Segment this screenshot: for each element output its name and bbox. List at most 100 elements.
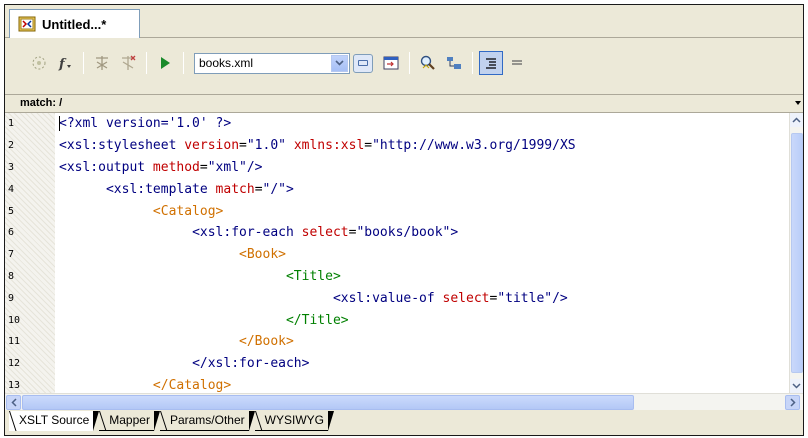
line-number: 9 xyxy=(8,292,15,304)
line-number: 8 xyxy=(8,270,15,282)
debug-settings-icon[interactable] xyxy=(27,51,51,75)
code-token: <xsl:for-each xyxy=(192,225,302,241)
code-token: <Book> xyxy=(239,247,286,263)
code-line[interactable]: 11 </Book> xyxy=(5,331,789,353)
xslt-document-icon xyxy=(18,15,36,33)
match-label: match: / xyxy=(20,97,63,109)
toolbar-separator xyxy=(409,52,410,74)
indent-icon[interactable] xyxy=(479,51,503,75)
code-line[interactable]: 6 <xsl:for-each select="books/book"> xyxy=(5,222,789,244)
tab-wysiwyg[interactable]: WYSIWYG xyxy=(254,411,335,431)
code-line[interactable]: 10 </Title> xyxy=(5,309,789,331)
view-tabs: XSLT Source Mapper Params/Other WYSIWYG xyxy=(5,411,803,435)
line-number: 12 xyxy=(8,358,21,370)
tab-mapper[interactable]: Mapper xyxy=(99,411,160,431)
source-xml-select[interactable]: books.xml xyxy=(194,52,350,74)
code-editor[interactable]: 1 <?xml version='1.0' ?> 2 <xsl:stylesheet … xyxy=(5,113,789,393)
match-bar: match: / xyxy=(5,94,803,113)
code-token: </Title> xyxy=(285,312,349,328)
line-number: 3 xyxy=(8,161,15,173)
chevron-down-icon[interactable] xyxy=(331,54,348,72)
toolbar-separator xyxy=(146,52,147,74)
code-token: = xyxy=(364,138,373,154)
output-window-icon[interactable] xyxy=(379,51,403,75)
line-number: 4 xyxy=(8,183,15,195)
code-line[interactable]: 3 <xsl:output method="xml"/> xyxy=(5,157,789,179)
code-line[interactable]: 1 <?xml version='1.0' ?> xyxy=(5,113,789,135)
code-text: <Catalog> xyxy=(55,204,223,219)
search-icon[interactable] xyxy=(416,51,440,75)
code-lines: 1 <?xml version='1.0' ?> 2 <xsl:stylesheet … xyxy=(5,113,789,396)
code-text: <xsl:value-of select="title"/> xyxy=(55,291,568,306)
vertical-scroll-thumb[interactable] xyxy=(791,133,803,373)
line-number: 2 xyxy=(8,140,15,152)
clear-breakpoint-icon[interactable] xyxy=(116,51,140,75)
code-token: </Book> xyxy=(239,334,294,350)
code-token: <xsl:stylesheet xyxy=(59,138,185,154)
code-text: </Catalog> xyxy=(55,378,231,393)
code-token: <xsl:output xyxy=(59,159,153,175)
code-text: <xsl:for-each select="books/book"> xyxy=(55,225,458,240)
run-icon[interactable] xyxy=(153,51,177,75)
code-token: "title"/> xyxy=(497,290,568,306)
code-text: </Title> xyxy=(55,313,349,328)
source-xml-value: books.xml xyxy=(199,56,254,70)
line-number: 7 xyxy=(8,249,15,261)
code-text: <Title> xyxy=(55,269,341,284)
document-tab-row: Untitled...* xyxy=(5,5,803,38)
code-line[interactable]: 9 <xsl:value-of select="title"/> xyxy=(5,287,789,309)
code-token: "http://www.w3.org/1999/XS xyxy=(372,138,576,154)
line-number: 6 xyxy=(8,227,15,239)
align-icon[interactable] xyxy=(505,51,529,75)
code-line[interactable]: 7 <Book> xyxy=(5,244,789,266)
code-line[interactable]: 12 </xsl:for-each> xyxy=(5,353,789,375)
scroll-down-icon[interactable] xyxy=(790,379,803,393)
toolbar-separator xyxy=(472,52,473,74)
browse-icon[interactable] xyxy=(353,53,373,73)
document-tab[interactable]: Untitled...* xyxy=(9,9,140,38)
code-token: <Title> xyxy=(285,268,341,284)
line-number: 11 xyxy=(8,336,21,348)
code-text: </Book> xyxy=(55,334,294,349)
code-line[interactable]: 5 <Catalog> xyxy=(5,200,789,222)
text-caret xyxy=(59,116,60,132)
horizontal-scrollbar[interactable] xyxy=(5,393,803,410)
code-text: <xsl:output method="xml"/> xyxy=(55,160,263,175)
code-token: "xml"/> xyxy=(207,159,263,175)
line-number: 13 xyxy=(8,379,21,391)
code-token: method xyxy=(152,159,200,175)
scroll-right-icon[interactable] xyxy=(785,395,800,410)
tab-params-other[interactable]: Params/Other xyxy=(159,411,255,431)
code-token: = xyxy=(254,181,263,197)
code-text: <xsl:template match="/"> xyxy=(55,182,294,197)
xpath-icon[interactable] xyxy=(442,51,466,75)
xslt-editor-window: Untitled...* f books.xml match: / 1 <?xm… xyxy=(4,4,804,436)
function-icon[interactable]: f xyxy=(53,51,77,75)
line-number: 10 xyxy=(8,314,21,326)
code-line[interactable]: 8 <Title> xyxy=(5,266,789,288)
code-token: </xsl:for-each> xyxy=(192,356,310,372)
code-token: "1.0" xyxy=(246,138,294,154)
line-number: 1 xyxy=(8,118,15,130)
scroll-left-icon[interactable] xyxy=(6,395,21,410)
code-line[interactable]: 4 <xsl:template match="/"> xyxy=(5,178,789,200)
code-token: <?xml version='1.0' ?> xyxy=(59,116,232,132)
line-number: 5 xyxy=(8,205,15,217)
scroll-up-icon[interactable] xyxy=(790,113,803,127)
code-token: select xyxy=(301,225,349,241)
svg-text:f: f xyxy=(58,57,67,72)
horizontal-scroll-thumb[interactable] xyxy=(22,395,634,410)
code-text: <?xml version='1.0' ?> xyxy=(55,116,231,131)
toolbar-separator xyxy=(83,52,84,74)
code-token: <xsl:template xyxy=(105,181,216,197)
code-token: <Catalog> xyxy=(152,203,224,219)
code-line[interactable]: 2 <xsl:stylesheet version="1.0" xmlns:xsl… xyxy=(5,135,789,157)
vertical-scrollbar[interactable] xyxy=(789,113,803,393)
code-token: = xyxy=(199,159,208,175)
document-tab-label: Untitled...* xyxy=(42,16,107,32)
breakpoint-icon[interactable] xyxy=(90,51,114,75)
code-token: xmlns:xsl xyxy=(293,138,365,154)
code-token: "/"> xyxy=(262,181,294,197)
chevron-down-icon[interactable] xyxy=(795,101,801,105)
tab-xslt-source[interactable]: XSLT Source xyxy=(9,411,100,431)
